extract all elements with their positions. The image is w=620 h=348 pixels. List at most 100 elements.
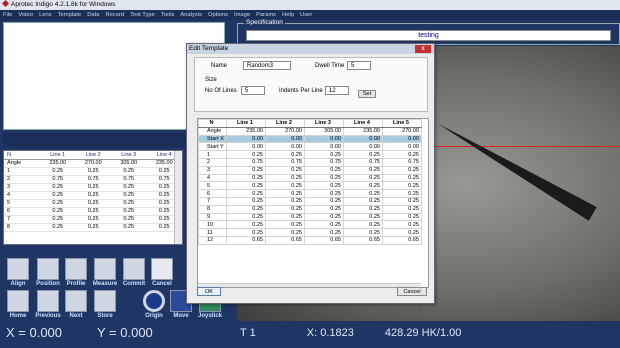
grid-cell[interactable]: 0.25 [343,228,383,237]
grid-row[interactable]: Angle 235.00 270.00 305.00 235.00 270.00 [198,126,422,136]
menu-item-help[interactable]: Help [282,12,294,18]
grid-column-header[interactable]: Line 3 [304,119,344,128]
grid-cell[interactable]: 0.65 [226,235,266,245]
grid-column-header[interactable]: Line 1 [226,119,266,128]
grid-cell[interactable]: 270.00 [265,126,305,136]
grid-cell[interactable]: 0.25 [265,189,305,198]
grid-cell[interactable]: 0.25 [226,220,266,230]
menu-item-video[interactable]: Video [18,12,33,18]
grid-row[interactable]: 1 0.25 0.25 0.25 0.25 0.25 [198,150,422,159]
grid-cell[interactable]: 0.75 [304,157,344,167]
grid-cell[interactable]: 0.25 [304,220,344,230]
grid-cell[interactable]: 0.65 [265,235,305,245]
grid-cell[interactable]: 0.25 [226,212,266,222]
grid-cell[interactable]: 0.25 [304,189,344,198]
origin-button[interactable]: Origin [139,290,169,322]
menu-item-user[interactable]: User [300,12,312,18]
grid-cell[interactable]: 235.00 [226,126,266,136]
store-button[interactable]: Store [90,290,120,322]
grid-row[interactable]: 5 0.25 0.25 0.25 0.25 0.25 [198,181,422,191]
grid-cell[interactable]: 0.75 [226,157,266,167]
grid-horizontal-scrollbar[interactable] [198,283,421,287]
menu-item-record[interactable]: Record [105,12,124,18]
grid-cell[interactable]: 0.00 [304,142,344,152]
grid-cell[interactable]: 0.25 [304,204,344,214]
grid-column-header[interactable]: Line 2 [265,119,305,128]
grid-cell[interactable]: 0.25 [265,196,305,206]
grid-column-header[interactable]: Line 5 [382,119,422,128]
grid-cell[interactable]: 0.25 [304,165,344,175]
grid-row[interactable]: Start X 0.00 0.00 0.00 0.00 0.00 [198,134,422,144]
grid-cell[interactable]: 0.25 [265,181,305,191]
grid-cell[interactable]: 0.25 [265,228,305,237]
grid-row[interactable]: 8 0.25 0.25 0.25 0.25 0.25 [198,204,422,214]
menu-item-test-type[interactable]: Test Type [130,12,155,18]
grid-cell[interactable]: 0.25 [265,165,305,175]
home-button[interactable]: Home [3,290,33,322]
grid-cell[interactable]: 0.65 [304,235,344,245]
grid-cell[interactable]: 0.25 [265,204,305,214]
grid-cell[interactable]: 0.25 [226,228,266,237]
grid-cell[interactable]: 0.25 [304,150,344,159]
close-button[interactable]: x [415,45,431,53]
grid-cell[interactable]: 0.25 [304,212,344,222]
lines-field[interactable]: 5 [241,86,265,95]
grid-cell[interactable]: 0.65 [343,235,383,245]
grid-cell[interactable]: 0.25 [265,150,305,159]
grid-row[interactable]: 9 0.25 0.25 0.25 0.25 0.25 [198,212,422,222]
menu-item-analysis[interactable]: Analysis [180,12,202,18]
grid-row[interactable]: 3 0.25 0.25 0.25 0.25 0.25 [198,165,422,175]
grid-cell[interactable]: 0.75 [265,157,305,167]
indents-field[interactable]: 12 [325,86,349,95]
grid-row[interactable]: 4 0.25 0.25 0.25 0.25 0.25 [198,173,422,183]
position-button[interactable]: Position [33,258,63,290]
set-button[interactable]: Set [358,90,376,98]
grid-cell[interactable]: 0.00 [265,142,305,152]
commit-button[interactable]: Commit [119,258,149,290]
template-grid[interactable]: N Line 1 Line 2 Line 3 Line 4 Line 5 Angle 235… [197,118,429,288]
dwell-time-field[interactable]: 5 [347,61,371,70]
grid-cell[interactable]: 0.25 [265,220,305,230]
grid-cell[interactable]: 0.25 [226,181,266,191]
grid-cell[interactable]: 0.25 [382,212,422,222]
grid-column-header[interactable]: Line 4 [343,119,383,128]
grid-cell[interactable]: 0.00 [265,134,305,144]
grid-cell[interactable]: 0.25 [382,181,422,191]
grid-cell[interactable]: 0.25 [343,165,383,175]
grid-cell[interactable]: 0.25 [226,150,266,159]
menu-item-file[interactable]: File [3,12,12,18]
measure-button[interactable]: Measure [90,258,120,290]
grid-cell[interactable]: 0.75 [382,157,422,167]
grid-cell[interactable]: 270.00 [382,126,422,136]
grid-cell[interactable]: 0.25 [343,204,383,214]
grid-cell[interactable]: 0.25 [343,173,383,183]
grid-cell[interactable]: 0.00 [382,142,422,152]
grid-cell[interactable]: 0.25 [304,228,344,237]
grid-cell[interactable]: 0.25 [304,181,344,191]
align-button[interactable]: Align [3,258,33,290]
grid-row[interactable]: 12 0.65 0.65 0.65 0.65 0.65 [198,235,422,245]
cancel-button[interactable]: Cancel [397,287,427,296]
menu-item-lens[interactable]: Lens [39,12,52,18]
grid-cell[interactable]: 0.25 [226,173,266,183]
grid-cell[interactable]: 0.00 [304,134,344,144]
grid-cell[interactable]: 0.25 [382,228,422,237]
grid-cell[interactable]: 0.25 [382,220,422,230]
grid-cell[interactable]: 0.25 [343,181,383,191]
grid-row[interactable]: 10 0.25 0.25 0.25 0.25 0.25 [198,220,422,230]
grid-row[interactable]: 7 0.25 0.25 0.25 0.25 0.25 [198,196,422,206]
grid-cell[interactable]: 0.00 [382,134,422,144]
next-button[interactable]: Next [61,290,91,322]
grid-cell[interactable]: 0.25 [382,165,422,175]
grid-cell[interactable]: 0.25 [343,220,383,230]
grid-cell[interactable]: 235.00 [343,126,383,136]
menu-item-tools[interactable]: Tools [161,12,175,18]
grid-cell[interactable]: 0.25 [226,196,266,206]
grid-row[interactable]: Start Y 0.00 0.00 0.00 0.00 0.00 [198,142,422,152]
grid-cell[interactable]: 0.25 [343,150,383,159]
profile-button[interactable]: Profile [61,258,91,290]
grid-cell[interactable]: 0.25 [226,165,266,175]
previous-button[interactable]: Previous [33,290,63,322]
grid-cell[interactable]: 0.00 [226,142,266,152]
grid-cell[interactable]: 0.25 [343,212,383,222]
